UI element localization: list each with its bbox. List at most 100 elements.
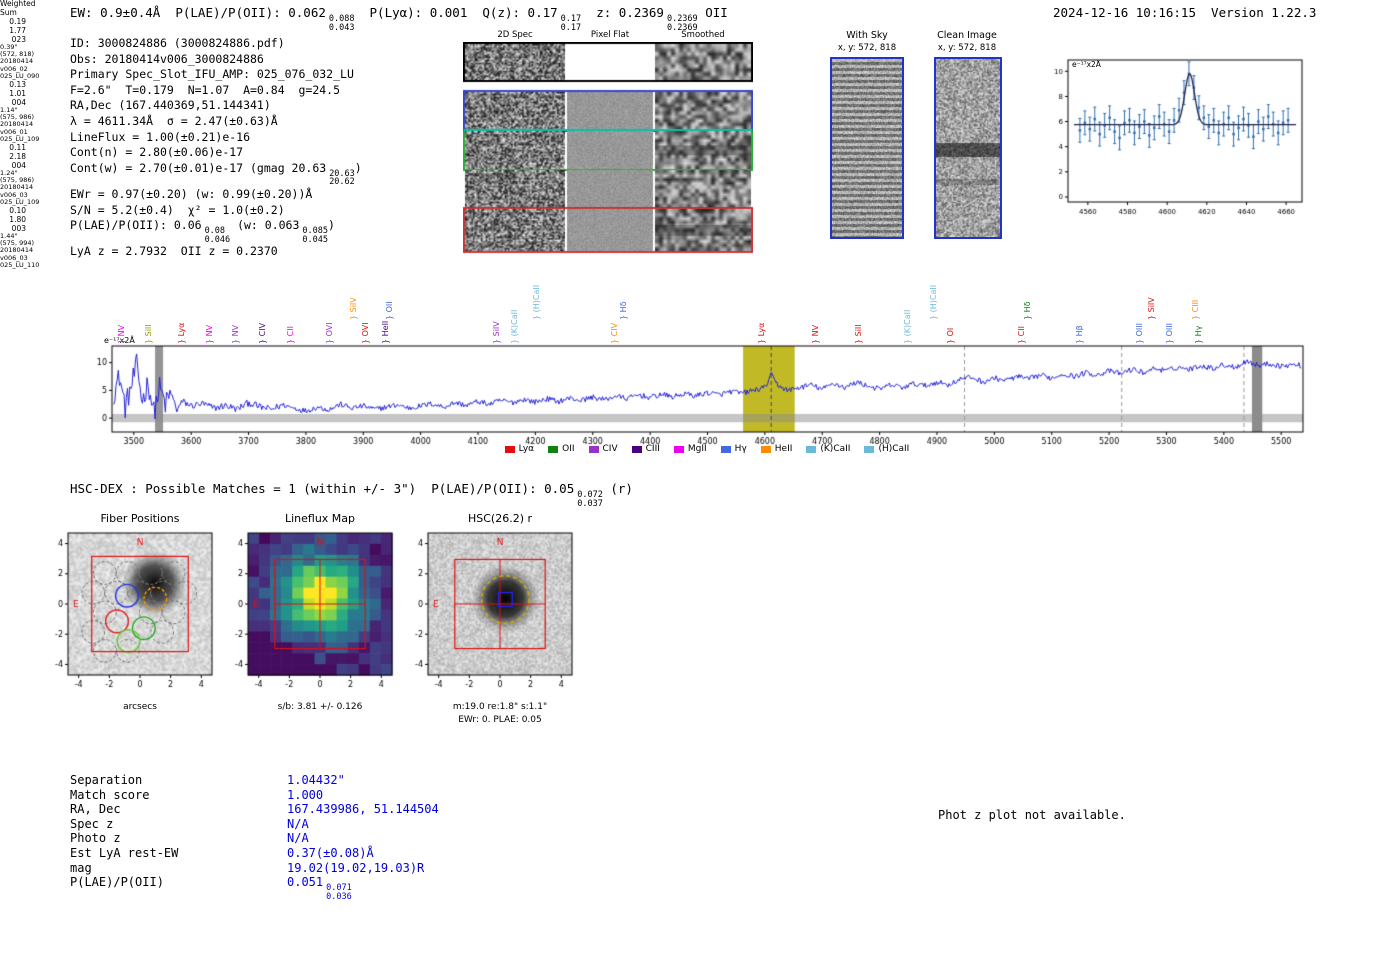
line-id-label-nv: } NV bbox=[116, 324, 126, 344]
line-id-label-ciii: } CIII bbox=[1190, 299, 1200, 320]
legend-item-(k)caii: (K)CaII bbox=[806, 444, 850, 454]
hsc-cutout-xlabel: m:19.0 re:1.8" s:1.1" bbox=[452, 702, 548, 712]
info-line-11: P(LAE)/P(OII): 0.06 0.08 0.046 (w: 0.063 0.… bbox=[70, 218, 362, 244]
text-segment: Obs: 20180414v006_3000824886 bbox=[70, 51, 264, 66]
match-table-label: P(LAE)/P(OII) bbox=[70, 875, 164, 890]
legend-item-ciii: CIII bbox=[631, 444, 660, 454]
sub-value: 0.045 bbox=[302, 234, 328, 245]
text-segment: z: 0.2369 bbox=[581, 5, 664, 20]
line-id-label-(k)caii: } (K)CaII bbox=[509, 309, 519, 344]
text-segment: Cont(w) = 2.70(±0.01)e-17 (gmag 20.63 bbox=[70, 160, 327, 175]
match-table-value: 167.439986, 51.144504 bbox=[287, 802, 439, 816]
line-id-label-(k)caii: } (K)CaII bbox=[903, 309, 913, 344]
line-id-label-oiii: } OIII bbox=[1165, 322, 1175, 344]
line-id-label-nv: } NV bbox=[204, 324, 214, 344]
match-table-label: mag bbox=[70, 860, 92, 875]
spec2d-strips-canvas bbox=[463, 42, 753, 254]
inset-ylabel: e⁻¹⁷x2Å bbox=[1072, 60, 1101, 69]
spec2d-col-header-2dspec: 2D Spec bbox=[497, 30, 533, 40]
sup-sub-value: 20.63 20.62 bbox=[329, 170, 355, 187]
left-label-line: 1.01 bbox=[9, 89, 26, 99]
line-id-label-hδ: } Hδ bbox=[1022, 301, 1032, 320]
text-segment: ID: 3000824886 (3000824886.pdf) bbox=[70, 36, 285, 50]
detection-info-block: ID: 3000824886 (3000824886.pdf) Obs: 2018… bbox=[70, 36, 362, 260]
info-line-9: EWr = 0.97(±0.20) (w: 0.99(±0.20))Å bbox=[70, 187, 362, 203]
spec2d-row-left-label-4: 0.10 1.80 003 bbox=[0, 206, 26, 233]
match-table-row-ra-dec: RA, Dec 167.439986, 51.144504 bbox=[70, 802, 550, 817]
hsc-cutout-canvas bbox=[398, 528, 582, 700]
text-segment: F=2.6" T=0.179 N=1.07 A=0.84 g=24.5 bbox=[70, 82, 341, 97]
match-value-text: 1.04432" bbox=[287, 773, 345, 787]
info-line-12: LyA z = 2.7932 OII z = 0.2370 bbox=[70, 244, 362, 260]
info-line-5: λ = 4611.34Å σ = 2.47(±0.63)Å bbox=[70, 114, 362, 130]
right-annotation-line: Sum bbox=[0, 7, 17, 17]
match-value-text: 0.37(±0.08)Å bbox=[287, 845, 374, 860]
match-table-value: 0.37(±0.08)Å bbox=[287, 846, 374, 860]
line-id-label-lyα: } Lyα bbox=[177, 322, 187, 344]
match-table-label: Match score bbox=[70, 787, 150, 802]
legend-label: (H)CaII bbox=[878, 444, 910, 454]
text-segment: RA,Dec (167.440369,51.144341) bbox=[70, 98, 271, 113]
left-label-line: 0.19 bbox=[9, 17, 26, 26]
match-table-row-separation: Separation 1.04432" bbox=[70, 773, 550, 788]
timestamp-version: 2024-12-16 10:16:15 Version 1.22.3 bbox=[1053, 5, 1317, 20]
text-segment: (w: 0.063 bbox=[230, 218, 300, 233]
hsc-dex-match-line: HSC-DEX : Possible Matches = 1 (within +… bbox=[70, 481, 633, 508]
line-id-label-(h)caii: } (H)CaII bbox=[531, 284, 541, 320]
legend-item-lyα: Lyα bbox=[504, 444, 535, 454]
left-label-line: 0.10 bbox=[9, 206, 26, 216]
cleanimage-cutout-canvas bbox=[934, 57, 1002, 239]
info-line-3: F=2.6" T=0.179 N=1.07 A=0.84 g=24.5 bbox=[70, 83, 362, 99]
match-value-text: 167.439986, 51.144504 bbox=[287, 802, 439, 817]
legend-label: Lyα bbox=[518, 444, 535, 454]
spec2d-row-right-annotation-2: 1.14" (575, 986) 20180414 v006_01 025_LU_109 bbox=[0, 106, 52, 143]
text-segment: LineFlux = 1.00(±0.21)e-16 bbox=[70, 129, 251, 144]
sub-value: 0.037 bbox=[577, 498, 603, 509]
info-line-6: LineFlux = 1.00(±0.21)e-16 bbox=[70, 130, 362, 146]
text-segment: LyA z = 2.7932 OII z = 0.2370 bbox=[70, 244, 278, 259]
match-table-value: 1.000 bbox=[287, 788, 323, 802]
legend-label: HeII bbox=[774, 444, 793, 454]
info-line-1: Obs: 20180414v006_3000824886 bbox=[70, 52, 362, 68]
spec2d-row-left-label-2: 0.13 1.01 004 bbox=[0, 80, 26, 107]
line-id-label-hβ: } Hβ bbox=[1075, 325, 1084, 344]
withsky-coords: x, y: 572, 818 bbox=[837, 43, 897, 53]
sup-sub-value: 0.08 0.046 bbox=[205, 227, 231, 244]
legend-label: OII bbox=[562, 444, 575, 454]
match-table-row-photo-z: Photo z N/A bbox=[70, 831, 550, 846]
legend-label: MgII bbox=[687, 444, 707, 454]
right-annotation-line: 025_LU_109 bbox=[0, 134, 40, 143]
match-table-value: 0.051 0.071 0.036 bbox=[287, 875, 352, 901]
legend-swatch bbox=[760, 445, 771, 453]
left-label-line: 1.77 bbox=[9, 26, 26, 35]
info-line-8: Cont(w) = 2.70(±0.01)e-17 (gmag 20.63 20.… bbox=[70, 161, 362, 187]
line-id-label-heii: } HeII bbox=[380, 320, 390, 344]
info-line-10: S/N = 5.2(±0.4) χ² = 1.0(±0.2) bbox=[70, 203, 362, 219]
info-line-7: Cont(n) = 2.80(±0.06)e-17 bbox=[70, 145, 362, 161]
fiber-positions-xlabel: arcsecs bbox=[123, 702, 157, 712]
lineflux-map-title: Lineflux Map bbox=[284, 512, 356, 525]
fiber-positions-title: Fiber Positions bbox=[100, 512, 180, 525]
legend-swatch bbox=[548, 445, 559, 453]
legend-item-oii: OII bbox=[548, 444, 575, 454]
hsc-cutout-xlabel2: EWr: 0. PLAE: 0.05 bbox=[458, 715, 542, 725]
spectrum-legend: Lyα OII CIV CIII MgII Hγ HeII (K)CaII (H)CaII bbox=[330, 444, 1084, 454]
spec2d-row-right-annotation-0: Weighted Sum bbox=[0, 0, 52, 17]
match-value-text: 0.051 bbox=[287, 875, 324, 890]
cleanimage-coords: x, y: 572, 818 bbox=[937, 43, 997, 53]
spec2d-row-right-annotation-1: 0.39" (572, 818) 20180414 v006_02 025_LU_090 bbox=[0, 43, 52, 80]
summary-stats-header: EW: 0.9±0.4Å P(LAE)/P(OII): 0.062 0.088 0.… bbox=[70, 5, 728, 32]
info-line-4: RA,Dec (167.440369,51.144341) bbox=[70, 98, 362, 114]
text-segment: HSC-DEX : Possible Matches = 1 (within +… bbox=[70, 481, 575, 496]
full-spectrum-canvas bbox=[90, 334, 1315, 450]
line-id-label-oi: } OI bbox=[945, 327, 955, 344]
withsky-cutout-canvas bbox=[830, 57, 904, 239]
phot-z-note: Phot z plot not available. bbox=[938, 808, 1126, 822]
legend-item-heii: HeII bbox=[760, 444, 793, 454]
line-id-label-hδ: } Hδ bbox=[618, 301, 628, 320]
text-segment: λ = 4611.34Å σ = 2.47(±0.63)Å bbox=[70, 113, 278, 128]
sup-sub-value: 0.085 0.045 bbox=[302, 227, 328, 244]
legend-label: CIII bbox=[645, 444, 660, 454]
legend-label: Hγ bbox=[734, 444, 747, 454]
left-label-line: 2.18 bbox=[9, 152, 26, 162]
